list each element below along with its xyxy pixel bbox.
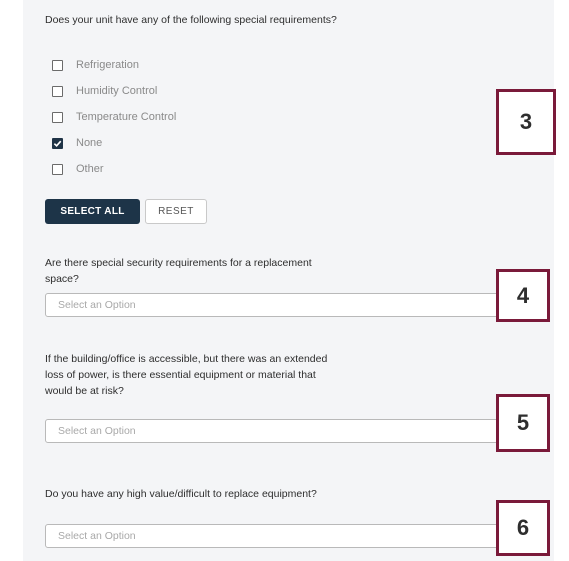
checkbox-box[interactable] [52,85,63,97]
checkbox-refrigeration[interactable]: Refrigeration [52,57,139,73]
special-requirements-question: Does your unit have any of the following… [45,14,337,26]
power-loss-select[interactable]: Select an Option [45,419,547,443]
security-requirements-question: Are there special security requirements … [45,257,312,285]
checkbox-box[interactable] [52,137,63,149]
annotation-marker-3: 3 [496,89,556,155]
checkbox-box[interactable] [52,111,63,123]
checkbox-box[interactable] [52,59,63,71]
checkbox-temperature-control[interactable]: Temperature Control [52,109,176,125]
power-loss-question: If the building/office is accessible, bu… [45,353,328,397]
select-placeholder: Select an Option [58,425,136,437]
security-requirements-select[interactable]: Select an Option [45,293,547,317]
annotation-marker-4: 4 [496,269,550,322]
high-value-equipment-question: Do you have any high value/difficult to … [45,488,317,500]
checkbox-none[interactable]: None [52,135,102,151]
high-value-equipment-select[interactable]: Select an Option [45,524,547,548]
annotation-marker-5: 5 [496,394,550,452]
checkbox-box[interactable] [52,163,63,175]
checkbox-label: None [76,137,103,149]
checkbox-label: Refrigeration [76,59,139,71]
checkbox-label: Humidity Control [76,85,158,97]
checkbox-other[interactable]: Other [52,161,104,177]
annotation-marker-6: 6 [496,500,550,556]
checkbox-humidity-control[interactable]: Humidity Control [52,83,157,99]
checkmark-icon [53,140,62,147]
select-placeholder: Select an Option [58,530,136,542]
checkbox-label: Other [76,163,104,175]
reset-button[interactable]: RESET [145,199,207,224]
select-placeholder: Select an Option [58,299,136,311]
checkbox-label: Temperature Control [76,111,177,123]
select-all-button[interactable]: SELECT ALL [45,199,140,224]
